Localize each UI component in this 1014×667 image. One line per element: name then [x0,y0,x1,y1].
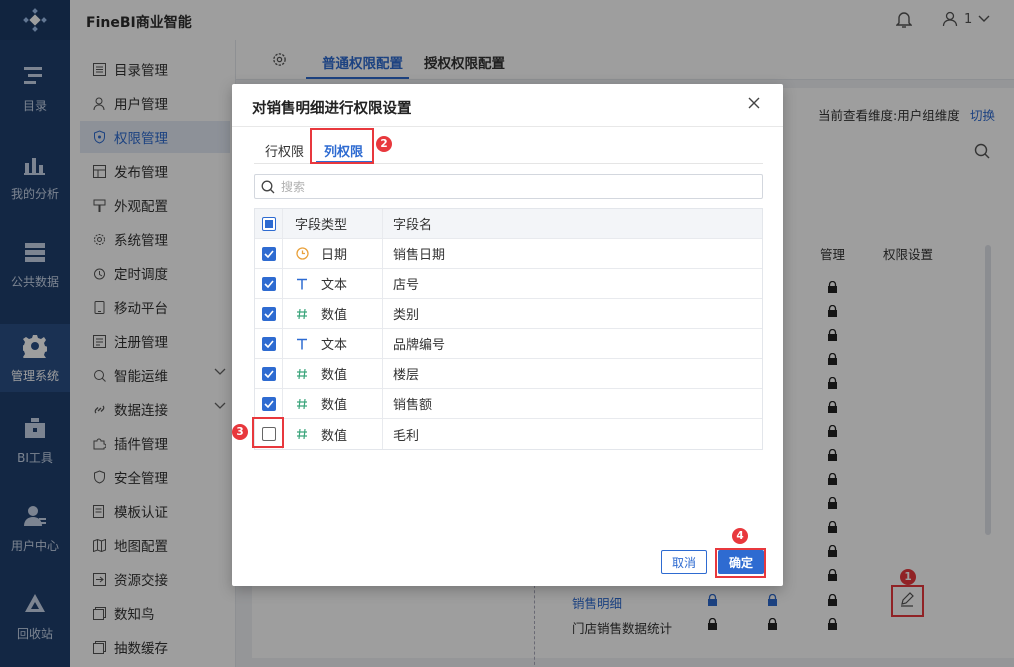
annotation-box-column-tab [310,128,374,164]
annotation-marker-4: 4 [732,528,748,544]
search-field[interactable] [254,174,763,199]
annotation-marker-2: 2 [376,136,392,152]
field-type: 数值 [321,428,348,444]
annotation-marker-3: 3 [232,424,248,440]
annotation-box-confirm [715,548,766,578]
dialog-divider [232,126,783,127]
field-checkbox[interactable] [261,396,276,411]
search-input[interactable] [281,179,741,194]
header-field-type: 字段类型 [283,209,383,238]
table-header-row: 字段类型 字段名 [255,209,762,239]
close-icon[interactable] [748,97,760,113]
number-type-icon [295,368,309,380]
field-name: 销售日期 [393,248,446,263]
tab-row-permission[interactable]: 行权限 [265,141,304,160]
field-table: 字段类型 字段名 日期 销售日期 文本 店号 数值 类别 文本 品牌编号 数值 楼层 数值 销售额 数值… [254,208,763,450]
field-name: 类别 [393,308,420,323]
field-name: 店号 [393,278,420,293]
table-row: 数值 类别 [255,299,762,329]
field-type: 文本 [321,278,348,293]
field-checkbox[interactable] [261,366,276,381]
header-field-name: 字段名 [393,218,433,233]
field-checkbox[interactable] [261,336,276,351]
field-type: 数值 [321,308,348,323]
cancel-button[interactable]: 取消 [661,550,707,574]
text-type-icon [295,338,309,350]
table-row: 文本 店号 [255,269,762,299]
field-checkbox[interactable] [261,276,276,291]
table-row: 数值 楼层 [255,359,762,389]
table-row: 日期 销售日期 [255,239,762,269]
field-type: 数值 [321,398,348,413]
field-name: 毛利 [393,428,420,444]
text-type-icon [295,278,309,290]
field-type: 日期 [321,248,348,263]
number-type-icon [295,428,309,440]
field-checkbox[interactable] [261,306,276,321]
number-type-icon [295,308,309,320]
field-type: 数值 [321,368,348,383]
search-icon [261,180,275,193]
table-body: 日期 销售日期 文本 店号 数值 类别 文本 品牌编号 数值 楼层 数值 销售额 数值 毛利 [255,239,762,449]
select-all-checkbox[interactable] [261,216,276,231]
table-row: 数值 毛利 [255,419,762,449]
dialog-title: 对销售明细进行权限设置 [252,101,412,117]
field-name: 楼层 [393,368,420,383]
field-checkbox[interactable] [261,246,276,261]
field-name: 销售额 [393,398,433,413]
clock-icon [295,247,309,260]
number-type-icon [295,398,309,410]
table-row: 文本 品牌编号 [255,329,762,359]
table-row: 数值 销售额 [255,389,762,419]
annotation-box-gross-profit-checkbox [252,417,284,448]
field-name: 品牌编号 [393,338,446,353]
field-type: 文本 [321,338,348,353]
